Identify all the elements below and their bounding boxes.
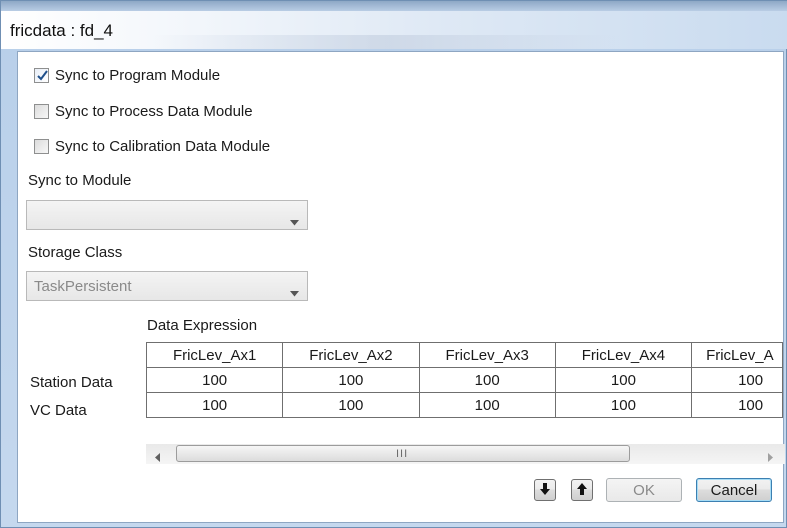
grid-cell[interactable]: 100: [691, 392, 783, 418]
window-title: fricdata : fd_4: [10, 21, 114, 40]
scrollbar-thumb[interactable]: III: [176, 445, 630, 462]
sync-calibration-checkbox[interactable]: Sync to Calibration Data Module: [34, 138, 270, 155]
dialog-window: fricdata : fd_4 Sync to Program Module S…: [0, 0, 787, 528]
sync-calibration-label: Sync to Calibration Data Module: [55, 138, 271, 155]
grid-header-row: FricLev_Ax1 FricLev_Ax2 FricLev_Ax3 Fric…: [145, 342, 783, 368]
move-down-button[interactable]: [534, 479, 556, 501]
arrow-up-icon: [577, 482, 587, 499]
grid-cell[interactable]: 100: [418, 392, 556, 418]
grid-cell[interactable]: 100: [282, 367, 420, 393]
grid-cell[interactable]: 100: [554, 367, 693, 393]
grid-cell[interactable]: 100: [282, 392, 420, 418]
scroll-right-arrow-icon[interactable]: [768, 449, 773, 466]
table-row: 100 100 100 100 100: [145, 367, 783, 393]
column-header[interactable]: FricLev_Ax3: [418, 342, 556, 368]
checkbox-unchecked[interactable]: [34, 139, 49, 154]
checkbox-unchecked[interactable]: [34, 104, 49, 119]
check-mark-icon: [37, 70, 48, 81]
data-expression-caption: Data Expression: [147, 317, 258, 334]
data-expression-grid: FricLev_Ax1 FricLev_Ax2 FricLev_Ax3 Fric…: [145, 342, 783, 418]
sync-process-data-checkbox[interactable]: Sync to Process Data Module: [34, 103, 253, 120]
grid-cell[interactable]: 100: [691, 367, 783, 393]
sync-module-label: Sync to Module: [28, 172, 132, 189]
station-data-row-label: Station Data: [30, 374, 113, 391]
grip-icon: III: [396, 448, 409, 460]
dialog-client-area: Sync to Program Module Sync to Process D…: [17, 51, 785, 523]
grid-cell[interactable]: 100: [145, 392, 284, 418]
cancel-button[interactable]: Cancel: [696, 478, 772, 502]
column-header[interactable]: FricLev_Ax1: [145, 342, 284, 368]
column-header[interactable]: FricLev_A: [691, 342, 783, 368]
storage-class-value: TaskPersistent: [34, 278, 132, 295]
storage-class-label: Storage Class: [28, 244, 123, 261]
grid-horizontal-scrollbar[interactable]: III: [146, 444, 785, 464]
ok-button[interactable]: OK: [606, 478, 682, 502]
window-top-edge: [1, 1, 787, 11]
scroll-left-arrow-icon[interactable]: [155, 449, 160, 466]
checkbox-checked[interactable]: [34, 68, 49, 83]
chevron-down-icon: [290, 284, 299, 301]
sync-module-dropdown[interactable]: [26, 200, 308, 230]
column-header[interactable]: FricLev_Ax4: [554, 342, 693, 368]
column-header[interactable]: FricLev_Ax2: [282, 342, 420, 368]
sync-process-data-label: Sync to Process Data Module: [55, 103, 253, 120]
storage-class-dropdown[interactable]: TaskPersistent: [26, 271, 308, 301]
grid-cell[interactable]: 100: [145, 367, 284, 393]
grid-cell[interactable]: 100: [554, 392, 693, 418]
background-title-ghost: [151, 35, 621, 49]
sync-program-label: Sync to Program Module: [55, 67, 221, 84]
grid-cell[interactable]: 100: [418, 367, 556, 393]
table-row: 100 100 100 100 100: [145, 392, 783, 418]
move-up-button[interactable]: [571, 479, 593, 501]
vc-data-row-label: VC Data: [30, 402, 87, 419]
chevron-down-icon: [290, 213, 299, 230]
sync-program-checkbox[interactable]: Sync to Program Module: [34, 67, 220, 84]
arrow-down-icon: [540, 482, 550, 499]
